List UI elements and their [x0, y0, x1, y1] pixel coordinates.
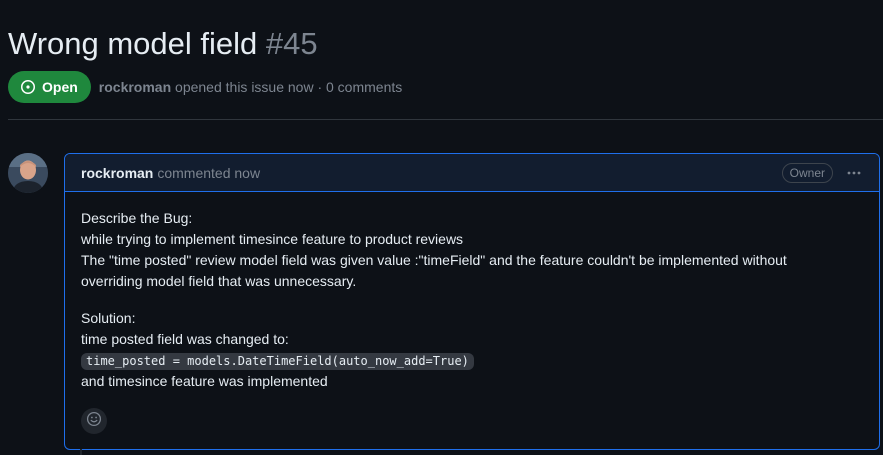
issue-meta-suffix: opened this issue now · 0 comments — [175, 79, 403, 95]
timeline-line — [80, 449, 82, 455]
issue-opened-icon — [20, 79, 36, 95]
add-reaction-button[interactable] — [81, 408, 107, 434]
owner-badge: Owner — [781, 162, 833, 183]
solution-line: time posted field was changed to: — [81, 331, 289, 347]
body-line: overriding model field that was unnecess… — [81, 273, 357, 289]
comment-header: rockroman commented now Owner — [65, 154, 879, 192]
issue-title-text: Wrong model field — [8, 26, 258, 61]
issue-meta-text: rockroman opened this issue now · 0 comm… — [99, 79, 402, 95]
body-line: The "time posted" review model field was… — [81, 252, 787, 268]
header-divider — [8, 119, 883, 120]
bug-description: Describe the Bug: while trying to implem… — [81, 208, 787, 292]
issue-page: Wrong model field #45 Open rockroman ope… — [0, 0, 883, 455]
body-line: while trying to implement timesince feat… — [81, 231, 464, 247]
issue-title: Wrong model field #45 — [8, 24, 318, 64]
issue-author-link[interactable]: rockroman — [99, 79, 171, 95]
issue-meta: Open rockroman opened this issue now · 0… — [8, 71, 402, 103]
solution-description: Solution: time posted field was changed … — [81, 308, 787, 392]
state-badge: Open — [8, 71, 91, 103]
comment-body: Describe the Bug: while trying to implem… — [81, 208, 787, 408]
inline-code: time_posted = models.DateTimeField(auto_… — [81, 353, 474, 370]
closing-line: and timesince feature was implemented — [81, 373, 328, 389]
smiley-icon — [86, 411, 102, 432]
comment-box: rockroman commented now Owner Describe t… — [64, 153, 880, 450]
body-line: Describe the Bug: — [81, 210, 193, 226]
solution-heading: Solution: — [81, 310, 136, 326]
code-line: time_posted = models.DateTimeField(auto_… — [81, 350, 787, 371]
avatar[interactable] — [8, 153, 48, 193]
issue-number: #45 — [265, 26, 318, 61]
comment-timestamp[interactable]: commented now — [157, 165, 260, 181]
comment-author-link[interactable]: rockroman — [81, 165, 153, 181]
kebab-horizontal-icon[interactable] — [845, 164, 863, 182]
state-label: Open — [42, 79, 78, 95]
